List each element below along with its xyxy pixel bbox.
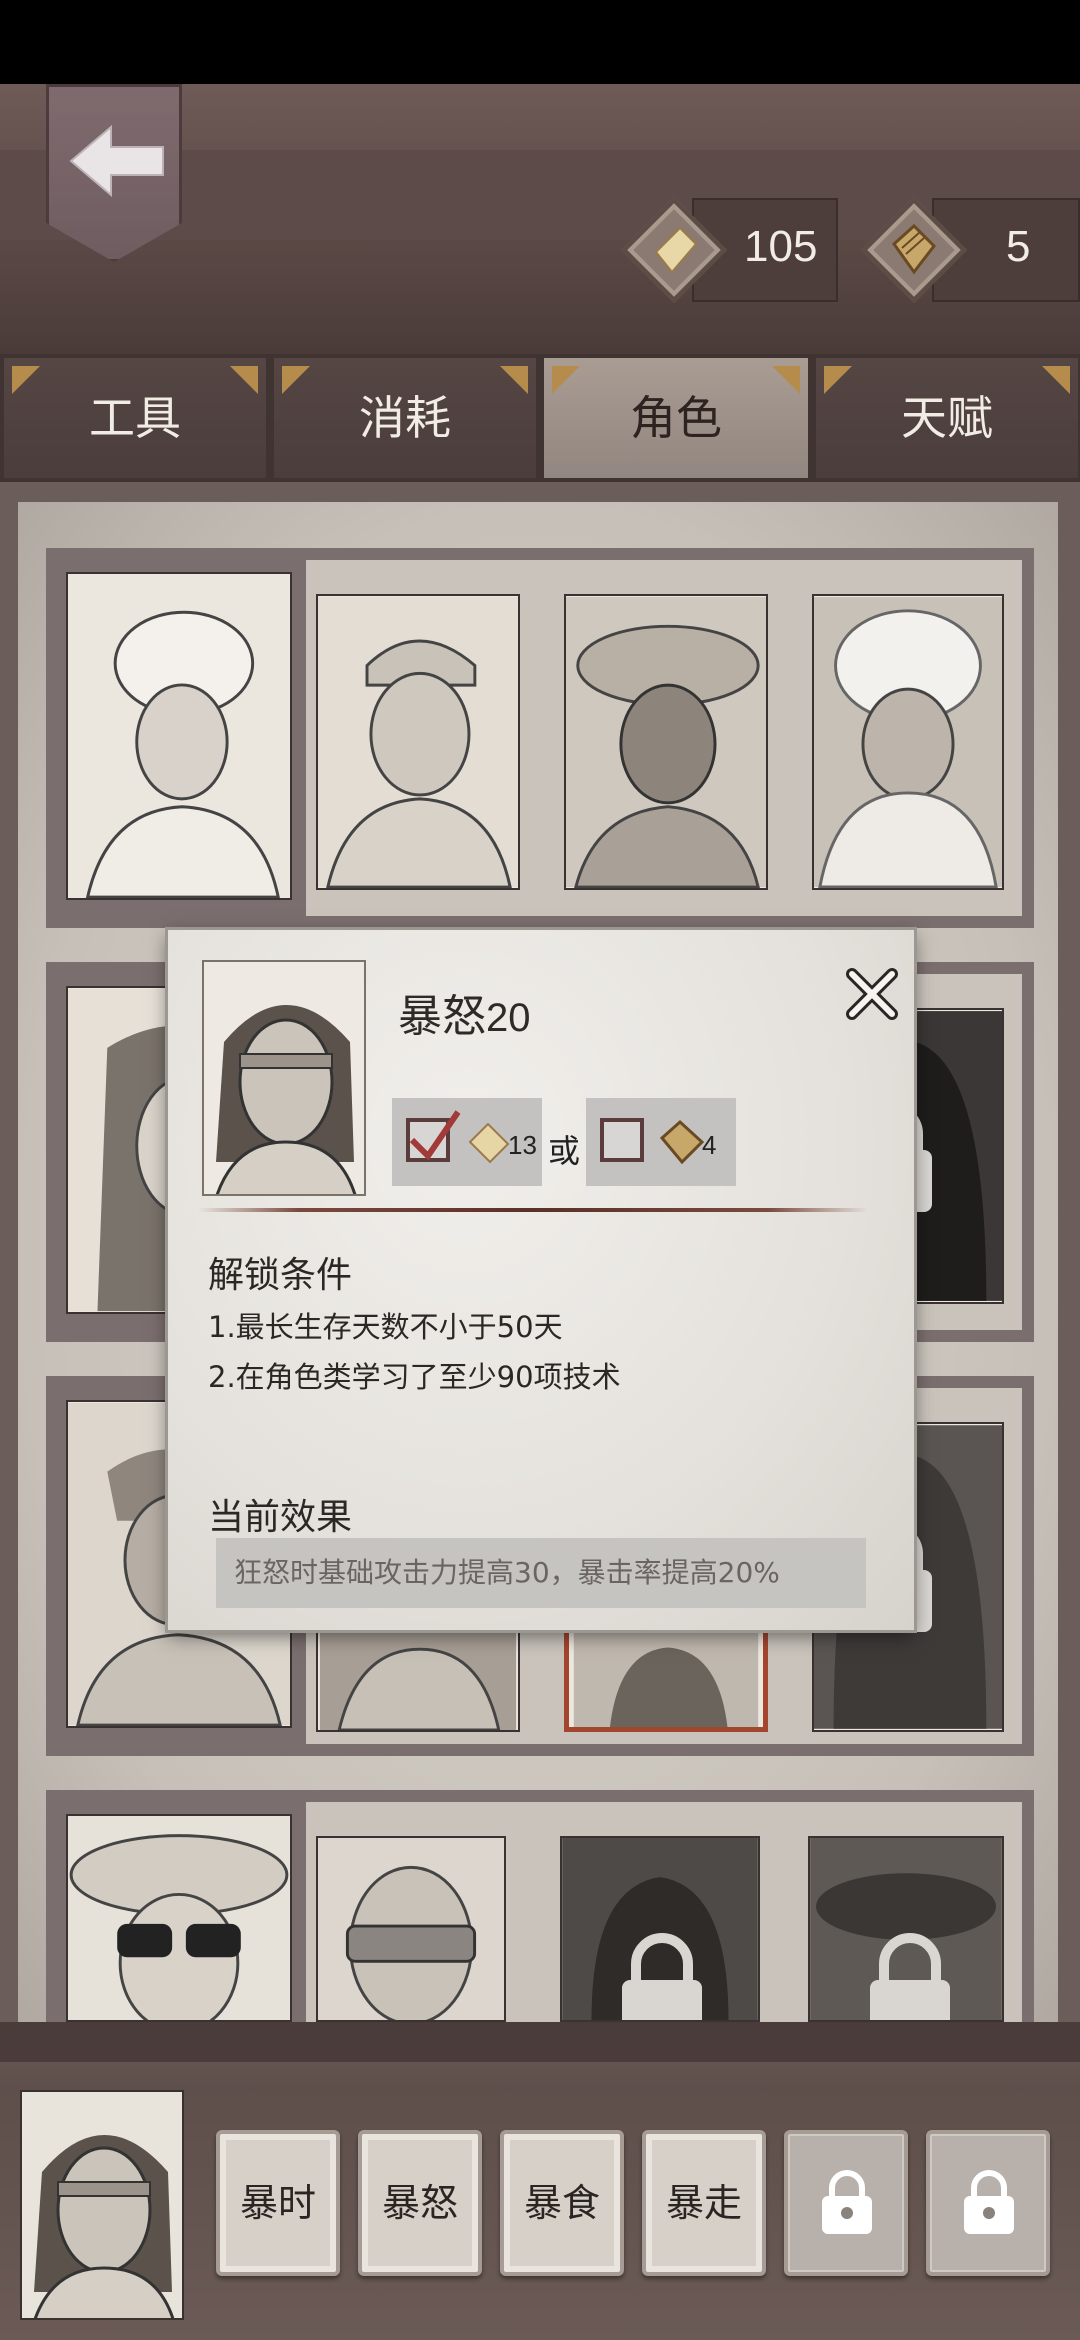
checkmark-icon xyxy=(409,1110,461,1161)
scroll-icon xyxy=(468,1122,510,1164)
skill-slot[interactable]: 暴食 xyxy=(500,2130,624,2276)
character-card-cook[interactable] xyxy=(316,594,520,890)
cost-option-book[interactable]: 4 xyxy=(586,1098,736,1186)
skill-portrait xyxy=(202,960,366,1196)
skill-slot-locked[interactable] xyxy=(784,2130,908,2276)
tab-consumables[interactable]: 消耗 xyxy=(274,358,536,478)
scarf-portrait xyxy=(319,1630,517,1730)
character-card-antler[interactable] xyxy=(560,1836,760,2022)
skill-slot[interactable]: 暴怒 xyxy=(358,2130,482,2276)
unlock-heading: 解锁条件 xyxy=(208,1255,353,1296)
tab-label: 天赋 xyxy=(901,391,993,445)
unlock-condition: 2.在角色类学习了至少90项技术 xyxy=(208,1360,621,1394)
skill-slot[interactable]: 暴时 xyxy=(216,2130,340,2276)
skill-slot[interactable]: 暴走 xyxy=(642,2130,766,2276)
skill-slot-locked[interactable] xyxy=(926,2130,1050,2276)
currency-books: 5 xyxy=(861,197,1080,303)
scroll-icon xyxy=(654,226,698,274)
character-card-rage-selected[interactable] xyxy=(564,1628,768,1732)
character-card-scarf[interactable] xyxy=(316,1628,520,1732)
lock-icon xyxy=(964,2170,1014,2234)
or-label: 或 xyxy=(548,1132,581,1170)
tab-talents[interactable]: 天赋 xyxy=(816,358,1078,478)
cost-value: 13 xyxy=(508,1130,537,1160)
category-tabs: 工具 消耗 角色 天赋 xyxy=(0,354,1080,482)
skill-title: 暴怒20 xyxy=(398,980,531,1044)
tab-label: 角色 xyxy=(630,391,722,445)
character-card-deer[interactable] xyxy=(808,1836,1004,2022)
lock-icon xyxy=(622,1933,702,2020)
cost-value: 4 xyxy=(702,1130,717,1160)
tab-tools[interactable]: 工具 xyxy=(4,358,266,478)
close-icon[interactable] xyxy=(844,966,900,1022)
skill-name: 暴怒 xyxy=(398,991,486,1042)
fur-hat-portrait xyxy=(814,597,1002,888)
goggles-portrait xyxy=(318,1838,504,2020)
character-card-sunglasses[interactable] xyxy=(66,1814,292,2022)
currency-scrolls: 105 xyxy=(621,197,838,303)
straw-hat-portrait xyxy=(566,596,766,888)
skill-bar: 暴时 暴怒 暴食 暴走 xyxy=(0,2022,1080,2340)
headband-portrait xyxy=(22,2092,182,2318)
currency-value: 5 xyxy=(1006,222,1031,271)
popup-divider xyxy=(198,1208,868,1212)
rage-portrait xyxy=(573,1633,759,1727)
headband-portrait xyxy=(204,962,364,1194)
bandana-portrait xyxy=(318,596,518,888)
effect-description: 狂怒时基础攻击力提高30，暴击率提高20% xyxy=(216,1538,866,1608)
tab-characters[interactable]: 角色 xyxy=(544,358,808,478)
lock-icon xyxy=(822,2170,872,2234)
back-arrow-icon xyxy=(69,124,164,198)
book-icon xyxy=(659,1119,705,1165)
current-character-portrait xyxy=(20,2090,184,2320)
character-row xyxy=(46,548,1034,928)
skill-detail-popup: 暴怒20 13 或 4 解锁条件 1.最长生存天数不小于50天 2.在角色类学习… xyxy=(168,930,914,1630)
cost-option-scroll[interactable]: 13 xyxy=(392,1098,542,1186)
tab-label: 工具 xyxy=(89,391,181,445)
tab-label: 消耗 xyxy=(359,391,451,445)
wood-rail xyxy=(0,2022,1080,2062)
chef-portrait xyxy=(68,574,290,898)
sunglasses-portrait xyxy=(68,1816,290,2020)
lock-icon xyxy=(870,1933,950,2020)
currency-value: 105 xyxy=(744,222,818,271)
character-card-beekeeper[interactable] xyxy=(564,594,768,890)
unlock-condition: 1.最长生存天数不小于50天 xyxy=(208,1310,563,1344)
character-card-winter[interactable] xyxy=(812,594,1004,890)
character-card-chef[interactable] xyxy=(66,572,292,900)
book-icon xyxy=(892,223,936,275)
checkbox[interactable] xyxy=(600,1118,644,1162)
effect-heading: 当前效果 xyxy=(208,1497,353,1538)
character-card-goggles[interactable] xyxy=(316,1836,506,2022)
character-row xyxy=(46,1790,1034,2022)
skill-level: 20 xyxy=(486,996,531,1040)
